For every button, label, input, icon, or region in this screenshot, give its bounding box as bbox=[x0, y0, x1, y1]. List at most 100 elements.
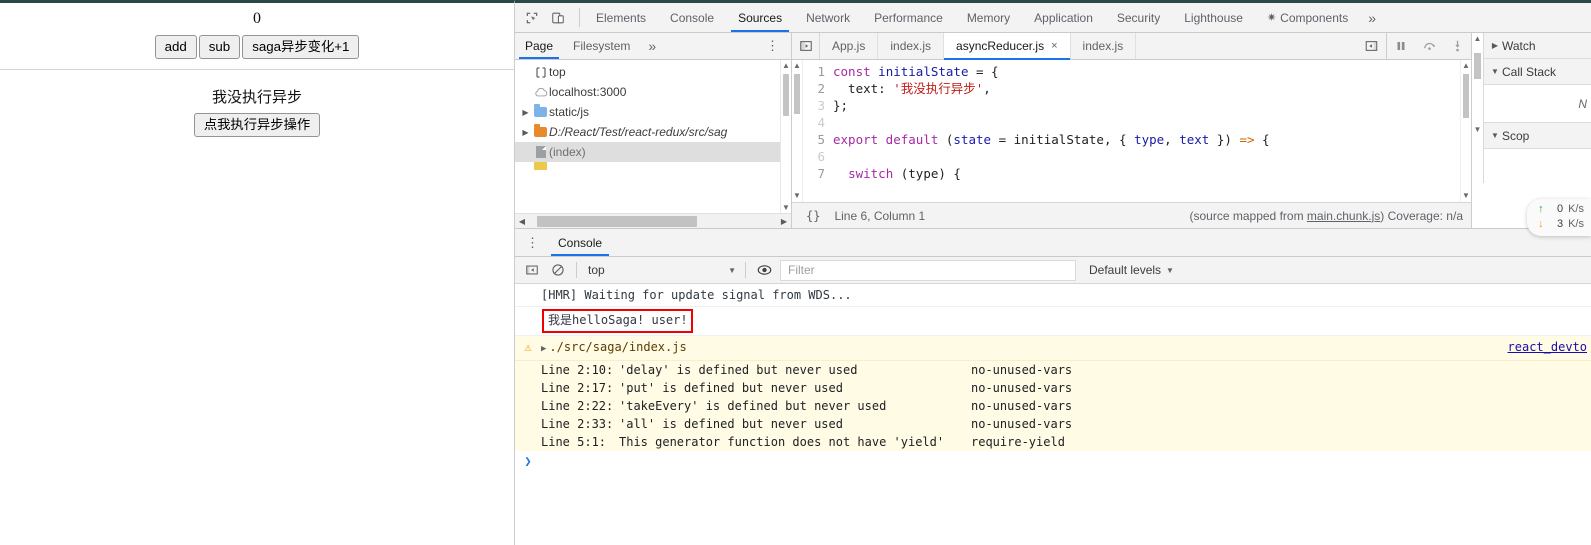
show-navigator-icon[interactable] bbox=[792, 33, 820, 59]
sidebar-scrollbar[interactable]: ▲ ▼ bbox=[1472, 33, 1483, 228]
tab-memory[interactable]: Memory bbox=[955, 3, 1022, 32]
console-message-list[interactable]: [HMR] Waiting for update signal from WDS… bbox=[515, 284, 1591, 545]
live-expression-icon[interactable] bbox=[751, 257, 777, 283]
console-context-select[interactable]: top ▼ bbox=[582, 260, 740, 281]
editor-tab-app-js[interactable]: App.js bbox=[820, 33, 879, 59]
tab-network[interactable]: Network bbox=[794, 3, 862, 32]
clear-console-icon[interactable] bbox=[545, 257, 571, 283]
console-message-hellosaga[interactable]: 我是helloSaga! user! bbox=[515, 307, 1591, 336]
code-content[interactable]: 1 const initialState = { 2 text: '我没执行异步'… bbox=[803, 60, 1471, 202]
scroll-down-arrow-icon[interactable]: ▼ bbox=[792, 190, 802, 202]
nav-tab-page[interactable]: Page bbox=[515, 33, 563, 59]
editor-tab-index-js-1[interactable]: index.js bbox=[878, 33, 945, 59]
scroll-right-arrow-icon[interactable]: ▶ bbox=[777, 217, 791, 226]
highlighted-console-text: 我是helloSaga! user! bbox=[542, 309, 693, 333]
tab-lighthouse[interactable]: Lighthouse bbox=[1172, 3, 1255, 32]
chevron-down-icon[interactable]: ▼ bbox=[1166, 266, 1174, 275]
tab-elements[interactable]: Elements bbox=[584, 3, 658, 32]
disclosure-triangle-icon[interactable]: ▶ bbox=[541, 344, 546, 354]
console-context-value: top bbox=[588, 263, 605, 277]
scroll-thumb[interactable] bbox=[1474, 53, 1481, 79]
console-prompt[interactable]: ❯ bbox=[515, 451, 1591, 473]
scroll-thumb[interactable] bbox=[1463, 74, 1469, 118]
step-into-button[interactable] bbox=[1443, 33, 1471, 59]
nav-tab-filesystem[interactable]: Filesystem bbox=[563, 33, 640, 59]
scroll-thumb[interactable] bbox=[783, 74, 789, 116]
sidebar-section-watch[interactable]: ▶ Watch bbox=[1484, 33, 1591, 59]
nav-tab-filesystem-label: Filesystem bbox=[573, 39, 631, 53]
console-message-hmr[interactable]: [HMR] Waiting for update signal from WDS… bbox=[515, 284, 1591, 307]
console-levels-select[interactable]: Default levels ▼ bbox=[1079, 260, 1184, 281]
tree-item-static-js[interactable]: ▶ static/js bbox=[515, 102, 791, 122]
scroll-thumb[interactable] bbox=[794, 74, 800, 114]
tab-application[interactable]: Application bbox=[1022, 3, 1105, 32]
navigator-horizontal-scrollbar[interactable]: ◀ ▶ bbox=[515, 213, 791, 228]
tab-performance[interactable]: Performance bbox=[862, 3, 955, 32]
scroll-down-arrow-icon[interactable]: ▼ bbox=[1472, 124, 1483, 136]
async-action-button[interactable]: 点我执行异步操作 bbox=[193, 113, 321, 137]
chevron-down-icon[interactable]: ▼ bbox=[1488, 67, 1502, 76]
code-line: 3}; bbox=[803, 97, 1471, 114]
editor-tab-index-js-2[interactable]: index.js bbox=[1071, 33, 1137, 59]
chevron-down-icon[interactable]: ▼ bbox=[1488, 131, 1502, 140]
navigator-kebab-menu[interactable]: ⋮ bbox=[754, 38, 791, 54]
close-icon[interactable]: × bbox=[1051, 40, 1057, 52]
drawer-tab-console[interactable]: Console bbox=[548, 229, 612, 256]
scroll-track[interactable] bbox=[529, 214, 777, 229]
scroll-down-arrow-icon[interactable]: ▼ bbox=[1461, 190, 1471, 202]
scroll-left-arrow-icon[interactable]: ◀ bbox=[515, 217, 529, 226]
chevron-right-icon[interactable]: ▶ bbox=[1488, 41, 1502, 50]
tree-item-saga-folder[interactable]: ▶ D:/React/Test/react-redux/src/sag bbox=[515, 122, 791, 142]
sources-panel: Page Filesystem » ⋮ top localhost:3000 ▶… bbox=[515, 33, 1591, 236]
pause-script-button[interactable] bbox=[1387, 33, 1415, 59]
editor-left-scrollbar[interactable]: ▲ ▼ bbox=[792, 60, 803, 202]
twisty[interactable]: ▶ bbox=[519, 128, 532, 137]
scroll-up-arrow-icon[interactable]: ▲ bbox=[1461, 60, 1471, 72]
console-sidebar-icon[interactable] bbox=[519, 257, 545, 283]
twisty[interactable]: ▶ bbox=[519, 108, 532, 117]
console-source-link[interactable]: react_devto bbox=[1508, 338, 1591, 356]
tab-components[interactable]: ✷ Components bbox=[1255, 3, 1360, 32]
device-toolbar-icon[interactable] bbox=[545, 5, 571, 31]
tab-memory-label: Memory bbox=[966, 10, 1011, 25]
saga-async-increment-button[interactable]: saga异步变化+1 bbox=[242, 35, 360, 59]
tree-item-hidden-partial[interactable] bbox=[515, 162, 791, 170]
cloud-icon bbox=[532, 87, 549, 97]
sub-button[interactable]: sub bbox=[198, 35, 241, 59]
chevron-down-icon[interactable]: ▼ bbox=[728, 266, 736, 275]
tree-item-label: D:/React/Test/react-redux/src/sag bbox=[549, 125, 728, 139]
sidebar-section-scope[interactable]: ▼ Scop bbox=[1484, 123, 1591, 149]
navigator-vertical-scrollbar[interactable]: ▲ ▼ bbox=[780, 60, 791, 214]
tab-console[interactable]: Console bbox=[658, 3, 726, 32]
add-button[interactable]: add bbox=[154, 35, 197, 59]
console-filter-input[interactable]: Filter bbox=[780, 259, 1076, 281]
step-over-button[interactable] bbox=[1415, 33, 1443, 59]
inspect-element-icon[interactable] bbox=[519, 5, 545, 31]
nav-more-tabs-button[interactable]: » bbox=[640, 38, 664, 54]
scroll-up-arrow-icon[interactable]: ▲ bbox=[792, 60, 802, 72]
tree-item-index[interactable]: (index) bbox=[515, 142, 791, 162]
warning-message: This generator function does not have 'y… bbox=[619, 435, 945, 449]
editor-vertical-scrollbar[interactable]: ▲ ▼ bbox=[1460, 60, 1471, 202]
source-map-link[interactable]: main.chunk.js bbox=[1307, 209, 1380, 223]
more-tabs-button[interactable]: » bbox=[1360, 3, 1384, 32]
drawer-kebab-menu[interactable]: ⋮ bbox=[515, 235, 548, 251]
console-warning-header[interactable]: ⚠ ▶ ./src/saga/index.js react_devto bbox=[515, 336, 1591, 361]
tab-security[interactable]: Security bbox=[1105, 3, 1172, 32]
warning-rule: no-unused-vars bbox=[971, 399, 1073, 413]
editor-pane: App.js index.js asyncReducer.js × index.… bbox=[792, 33, 1471, 228]
line-text: }; bbox=[833, 98, 849, 113]
warning-title-text: ./src/saga/index.js bbox=[549, 340, 687, 354]
tree-item-top[interactable]: top bbox=[515, 62, 791, 82]
pretty-print-icon[interactable]: {} bbox=[800, 209, 826, 223]
scroll-thumb[interactable] bbox=[537, 215, 697, 227]
scroll-up-arrow-icon[interactable]: ▲ bbox=[1472, 33, 1483, 45]
tree-item-localhost[interactable]: localhost:3000 bbox=[515, 82, 791, 102]
editor-tab-asyncreducer-js[interactable]: asyncReducer.js × bbox=[944, 33, 1071, 60]
sidebar-section-call-stack[interactable]: ▼ Call Stack bbox=[1484, 59, 1591, 85]
drawer-tabbar: ⋮ Console bbox=[515, 229, 1591, 257]
code-editor[interactable]: ▲ ▼ 1 const initialState = { 2 text: '我没执… bbox=[792, 60, 1471, 202]
show-debugger-sidebar-icon[interactable] bbox=[1356, 33, 1386, 59]
scroll-up-arrow-icon[interactable]: ▲ bbox=[781, 60, 791, 72]
tab-sources[interactable]: Sources bbox=[726, 3, 794, 32]
